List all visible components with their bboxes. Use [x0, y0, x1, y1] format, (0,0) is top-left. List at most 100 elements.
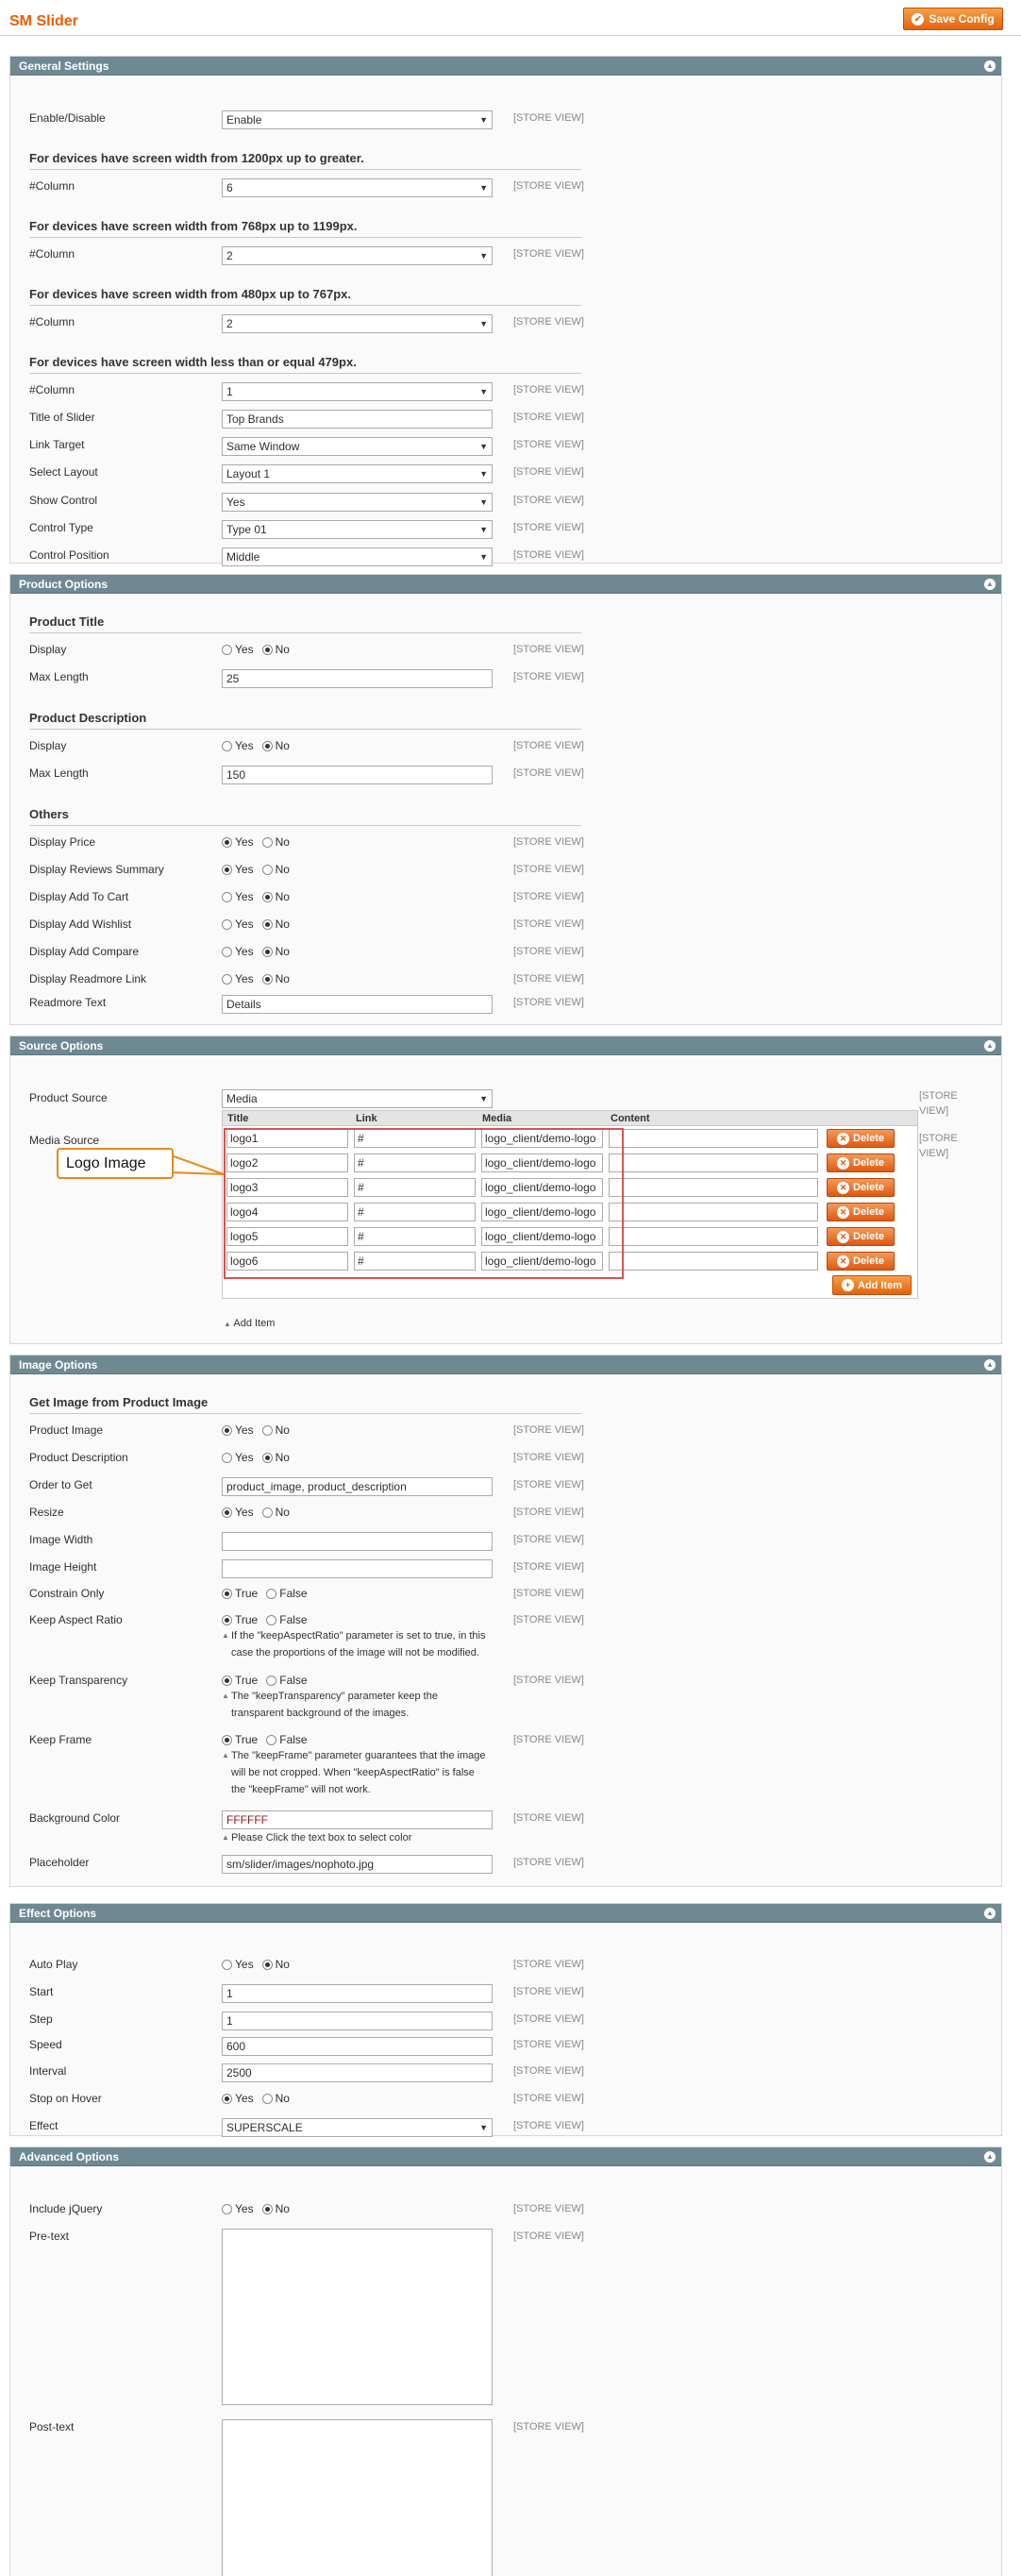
radio-no[interactable]	[261, 864, 273, 875]
constrain-only-radio[interactable]: True False	[222, 1587, 308, 1600]
radio-yes[interactable]	[222, 740, 232, 751]
radio-yes[interactable]	[222, 946, 232, 957]
title-maxlength-input[interactable]: 25	[222, 669, 493, 688]
radio-no[interactable]	[261, 644, 273, 655]
collapse-icon[interactable]: ▲	[984, 60, 996, 72]
source-options-header[interactable]: Source Options ▲	[10, 1036, 1001, 1055]
resize-radio[interactable]: Yes No	[222, 1506, 290, 1519]
control-type-select[interactable]: Type 01 ▼	[222, 520, 493, 539]
image-height-input[interactable]	[222, 1559, 493, 1578]
radio-yes[interactable]	[222, 1452, 232, 1463]
image-width-input[interactable]	[222, 1532, 493, 1551]
keep-aspect-ratio-radio[interactable]: True False	[222, 1613, 308, 1626]
radio-false[interactable]	[266, 1588, 277, 1599]
display-compare-radio[interactable]: Yes No	[222, 945, 290, 958]
content-cell-input[interactable]	[609, 1129, 818, 1148]
radio-no[interactable]	[261, 946, 273, 957]
radio-yes[interactable]	[222, 918, 232, 930]
radio-no[interactable]	[261, 1959, 273, 1970]
product-image-radio[interactable]: Yes No	[222, 1423, 290, 1437]
radio-yes[interactable]	[222, 2093, 232, 2104]
delete-row-button[interactable]: ✕ Delete	[827, 1203, 895, 1221]
display-wishlist-radio[interactable]: Yes No	[222, 918, 290, 931]
radio-true[interactable]	[222, 1734, 232, 1745]
step-input[interactable]: 1	[222, 2012, 493, 2030]
enable-select[interactable]: Enable ▼	[222, 110, 493, 129]
desc-maxlength-input[interactable]: 150	[222, 766, 493, 784]
product-source-select[interactable]: Media ▼	[222, 1089, 493, 1108]
display-price-radio[interactable]: Yes No	[222, 835, 290, 849]
stop-on-hover-radio[interactable]: Yes No	[222, 2092, 290, 2105]
radio-no[interactable]	[261, 1452, 273, 1463]
radio-no[interactable]	[261, 836, 273, 848]
delete-row-button[interactable]: ✕ Delete	[827, 1153, 895, 1172]
display-readmore-radio[interactable]: Yes No	[222, 972, 290, 985]
title-display-radio[interactable]: Yes No	[222, 643, 290, 656]
product-description-radio[interactable]: Yes No	[222, 1451, 290, 1464]
include-jquery-radio[interactable]: Yes No	[222, 2202, 290, 2215]
radio-yes[interactable]	[222, 836, 232, 848]
advanced-options-header[interactable]: Advanced Options ▲	[10, 2147, 1001, 2166]
add-item-button[interactable]: + Add Item	[832, 1275, 912, 1295]
control-position-select[interactable]: Middle ▼	[222, 547, 493, 566]
order-to-get-input[interactable]: product_image, product_description	[222, 1477, 493, 1496]
post-text-textarea[interactable]	[222, 2419, 493, 2576]
link-target-select[interactable]: Same Window ▼	[222, 437, 493, 456]
radio-true[interactable]	[222, 1614, 232, 1625]
column-1200-select[interactable]: 6 ▼	[222, 178, 493, 197]
radio-no[interactable]	[261, 2203, 273, 2214]
radio-false[interactable]	[266, 1614, 277, 1625]
radio-no[interactable]	[261, 740, 273, 751]
show-control-select[interactable]: Yes ▼	[222, 493, 493, 512]
delete-row-button[interactable]: ✕ Delete	[827, 1129, 895, 1148]
radio-true[interactable]	[222, 1675, 232, 1686]
add-item-link[interactable]: ▲ Add Item	[224, 1318, 275, 1329]
radio-false[interactable]	[266, 1675, 277, 1686]
collapse-icon[interactable]: ▲	[984, 2151, 996, 2163]
pre-text-textarea[interactable]	[222, 2229, 493, 2405]
keep-transparency-radio[interactable]: True False	[222, 1674, 308, 1687]
column-480-select[interactable]: 2 ▼	[222, 314, 493, 333]
radio-yes[interactable]	[222, 864, 232, 875]
radio-yes[interactable]	[222, 1507, 232, 1518]
collapse-icon[interactable]: ▲	[984, 579, 996, 590]
keep-frame-radio[interactable]: True False	[222, 1733, 308, 1746]
background-color-input[interactable]: FFFFFF	[222, 1810, 493, 1829]
radio-yes[interactable]	[222, 1959, 232, 1970]
speed-input[interactable]: 600	[222, 2037, 493, 2056]
interval-input[interactable]: 2500	[222, 2063, 493, 2082]
readmore-text-input[interactable]: Details	[222, 995, 493, 1014]
save-config-button[interactable]: ✔ Save Config	[903, 8, 1003, 30]
radio-false[interactable]	[266, 1734, 277, 1745]
effect-select[interactable]: SUPERSCALE ▼	[222, 2118, 493, 2137]
image-options-header[interactable]: Image Options ▲	[10, 1355, 1001, 1374]
content-cell-input[interactable]	[609, 1203, 818, 1221]
radio-no[interactable]	[261, 891, 273, 902]
content-cell-input[interactable]	[609, 1178, 818, 1197]
display-cart-radio[interactable]: Yes No	[222, 890, 290, 903]
effect-options-header[interactable]: Effect Options ▲	[10, 1904, 1001, 1923]
radio-no[interactable]	[261, 918, 273, 930]
collapse-icon[interactable]: ▲	[984, 1040, 996, 1052]
column-479-select[interactable]: 1 ▼	[222, 382, 493, 401]
slider-title-input[interactable]: Top Brands	[222, 410, 493, 429]
auto-play-radio[interactable]: Yes No	[222, 1958, 290, 1971]
delete-row-button[interactable]: ✕ Delete	[827, 1178, 895, 1197]
content-cell-input[interactable]	[609, 1153, 818, 1172]
radio-yes[interactable]	[222, 1424, 232, 1436]
desc-display-radio[interactable]: Yes No	[222, 739, 290, 752]
radio-no[interactable]	[261, 2093, 273, 2104]
radio-yes[interactable]	[222, 973, 232, 985]
radio-true[interactable]	[222, 1588, 232, 1599]
content-cell-input[interactable]	[609, 1252, 818, 1271]
delete-row-button[interactable]: ✕ Delete	[827, 1252, 895, 1271]
placeholder-input[interactable]: sm/slider/images/nophoto.jpg	[222, 1855, 493, 1874]
column-768-select[interactable]: 2 ▼	[222, 246, 493, 265]
layout-select[interactable]: Layout 1 ▼	[222, 464, 493, 483]
radio-no[interactable]	[261, 973, 273, 985]
display-reviews-radio[interactable]: Yes No	[222, 863, 290, 876]
general-settings-header[interactable]: General Settings ▲	[10, 57, 1001, 76]
radio-yes[interactable]	[222, 644, 232, 655]
product-options-header[interactable]: Product Options ▲	[10, 575, 1001, 594]
content-cell-input[interactable]	[609, 1227, 818, 1246]
